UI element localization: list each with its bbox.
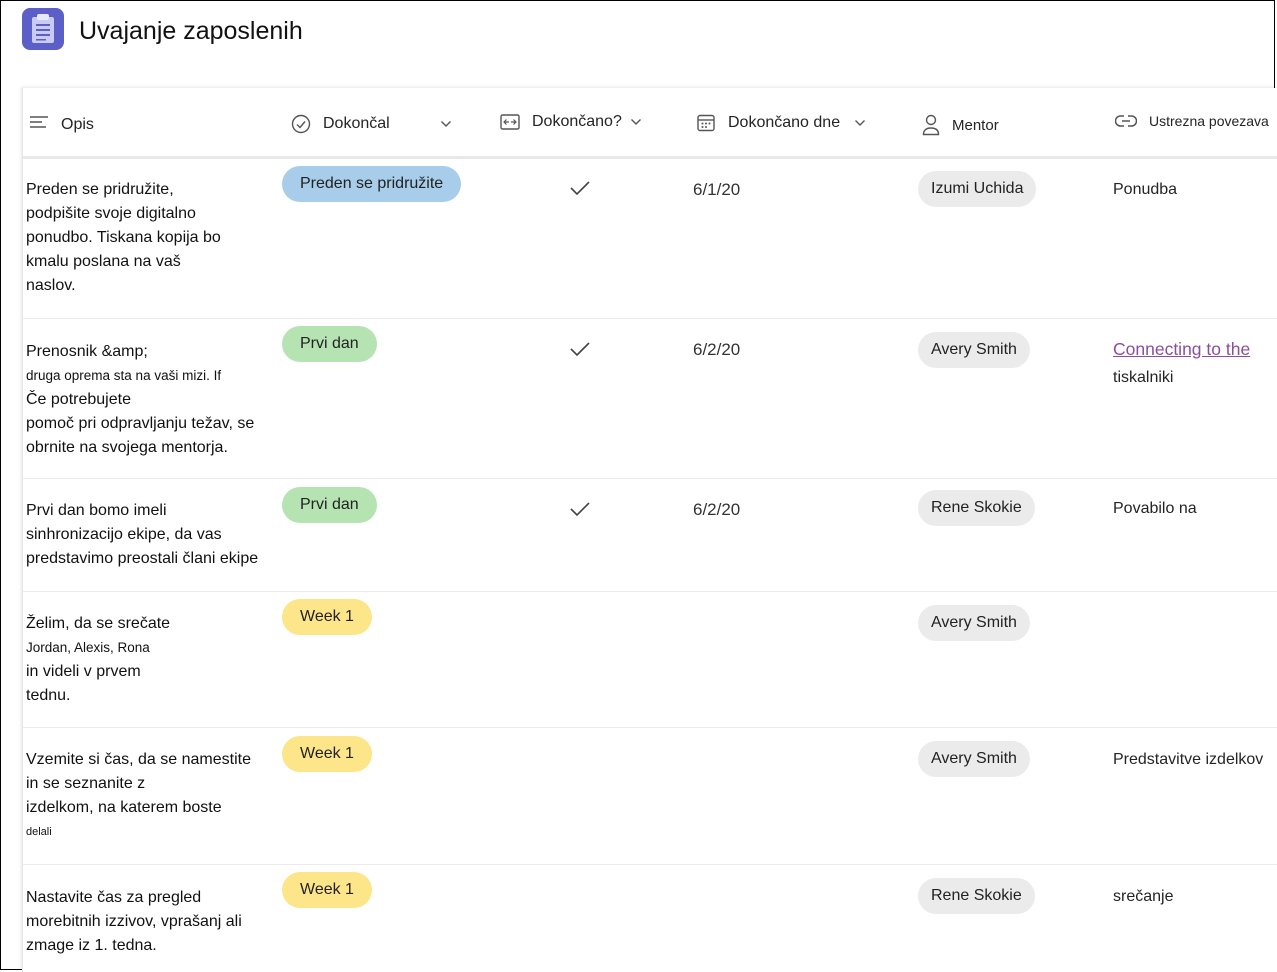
description-line: delali [26, 826, 52, 838]
description-line: Jordan, Alexis, Rona [26, 640, 150, 655]
table-row[interactable]: Vzemite si čas, da se namestite in se se… [23, 728, 1277, 865]
completed-date: 6/2/20 [693, 340, 741, 359]
description-line: sinhronizacijo ekipe, da vas [26, 526, 222, 543]
description-line: in videli v prvem [26, 663, 141, 680]
table-row[interactable]: Želim, da se srečate Jordan, Alexis, Ron… [23, 592, 1277, 728]
person-icon [922, 114, 940, 136]
description-line: in se seznanite z [26, 775, 146, 792]
toggle-icon [500, 114, 520, 130]
chevron-down-icon[interactable] [440, 120, 452, 128]
description-cell: Vzemite si čas, da se namestite in se se… [26, 748, 251, 844]
page-title: Uvajanje zaposlenih [79, 17, 303, 45]
check-circle-icon [291, 114, 311, 134]
column-header-mentor[interactable]: Mentor [922, 114, 999, 136]
link-text: Ponudba [1113, 181, 1178, 198]
description-line: pomoč pri odpravljanju težav, se [26, 415, 255, 432]
mentor-chip[interactable]: Izumi Uchida [918, 171, 1037, 207]
calendar-icon [697, 114, 715, 132]
column-header-opis[interactable]: Opis [29, 114, 94, 133]
description-line: obrnite na svojega mentorja. [26, 439, 228, 456]
description-line: Če potrebujete [26, 391, 131, 408]
description-line: Prenosnik &amp; [26, 343, 148, 360]
description-line: Vzemite si čas, da se namestite [26, 751, 251, 768]
stage-tag[interactable]: Week 1 [282, 872, 372, 908]
description-line: Prvi dan bomo imeli [26, 502, 167, 519]
description-line: morebitnih izzivov, vprašanj ali [26, 913, 242, 930]
description-cell: Prenosnik &amp; druga oprema sta na vaši… [26, 340, 254, 460]
link-anchor[interactable]: Connecting to the [1113, 339, 1250, 359]
description-line: podpišite svoje digitalno [26, 205, 196, 222]
column-label: Opis [61, 116, 94, 133]
list-panel: Opis Dokončal Dokončano? Dokončano dne M… [22, 88, 1277, 972]
link-text: Predstavitve izdelkov [1113, 751, 1264, 768]
related-link: srečanje [1113, 883, 1173, 910]
description-line: Želim, da se srečate [26, 615, 171, 632]
table-header: Opis Dokončal Dokončano? Dokončano dne M… [23, 88, 1277, 159]
description-line: tednu. [26, 687, 71, 704]
description-cell: Nastavite čas za pregled morebitnih izzi… [26, 886, 242, 958]
description-cell: Želim, da se srečate Jordan, Alexis, Ron… [26, 612, 170, 708]
mentor-chip[interactable]: Avery Smith [918, 741, 1030, 777]
stage-tag[interactable]: Prvi dan [282, 487, 377, 523]
chevron-down-icon[interactable] [854, 119, 866, 127]
description-line: Nastavite čas za pregled [26, 889, 202, 906]
link-text: tiskalniki [1113, 369, 1174, 386]
completed-date: 6/2/20 [693, 500, 741, 519]
column-label: Ustrezna povezava [1149, 113, 1269, 129]
column-label: Dokončano dne [728, 114, 841, 131]
related-link: Predstavitve izdelkov [1113, 746, 1263, 773]
description-line: naslov. [26, 277, 76, 294]
completed-date: 6/1/20 [693, 180, 741, 199]
related-link[interactable]: Connecting to the tiskalniki [1113, 336, 1250, 391]
table-row[interactable]: Nastavite čas za pregled morebitnih izzi… [23, 865, 1277, 972]
description-line: zmage iz 1. tedna. [26, 937, 157, 954]
link-icon [1115, 115, 1137, 127]
column-header-ustrezna-povezava[interactable]: Ustrezna povezava [1115, 113, 1269, 129]
table-row[interactable]: Prvi dan bomo imeli sinhronizacijo ekipe… [23, 479, 1277, 592]
app-header: Uvajanje zaposlenih [0, 0, 1277, 70]
stage-tag[interactable]: Week 1 [282, 599, 372, 635]
column-label: Mentor [952, 116, 999, 134]
table-row[interactable]: Prenosnik &amp; druga oprema sta na vaši… [23, 319, 1277, 479]
stage-tag[interactable]: Prvi dan [282, 326, 377, 362]
description-line: ponudbo. Tiskana kopija bo [26, 229, 221, 246]
stage-tag[interactable]: Week 1 [282, 736, 372, 772]
mentor-chip[interactable]: Rene Skokie [918, 878, 1035, 914]
description-line: Preden se pridružite, [26, 181, 174, 198]
mentor-chip[interactable]: Avery Smith [918, 332, 1030, 368]
column-header-dokoncano[interactable]: Dokončano? [500, 113, 642, 131]
description-line: predstavimo preostali člani ekipe [26, 550, 259, 567]
mentor-chip[interactable]: Avery Smith [918, 605, 1030, 641]
clipboard-icon [22, 8, 64, 50]
mentor-chip[interactable]: Rene Skokie [918, 490, 1035, 526]
description-line: izdelkom, na katerem boste [26, 799, 222, 816]
checkmark-icon [570, 181, 590, 196]
column-label: Dokončano? [532, 113, 622, 130]
description-cell: Prvi dan bomo imeli sinhronizacijo ekipe… [26, 499, 258, 571]
chevron-down-icon[interactable] [630, 118, 642, 126]
checkmark-icon [570, 502, 590, 517]
description-cell: Preden se pridružite, podpišite svoje di… [26, 178, 221, 298]
link-text: Povabilo na [1113, 500, 1197, 517]
related-link: Povabilo na [1113, 495, 1197, 522]
column-header-dokoncano-dne[interactable]: Dokončano dne [696, 113, 866, 133]
checkmark-icon [570, 342, 590, 357]
description-line: kmalu poslana na vaš [26, 253, 181, 270]
description-line: druga oprema sta na vaši mizi. If [26, 368, 222, 383]
column-header-dokoncal[interactable]: Dokončal [291, 114, 452, 134]
table-row[interactable]: Preden se pridružite, podpišite svoje di… [23, 159, 1277, 319]
stage-tag[interactable]: Preden se pridružite [282, 166, 462, 202]
lines-icon [30, 116, 48, 128]
link-text: srečanje [1113, 888, 1174, 905]
column-label: Dokončal [323, 115, 390, 132]
related-link: Ponudba [1113, 176, 1177, 203]
